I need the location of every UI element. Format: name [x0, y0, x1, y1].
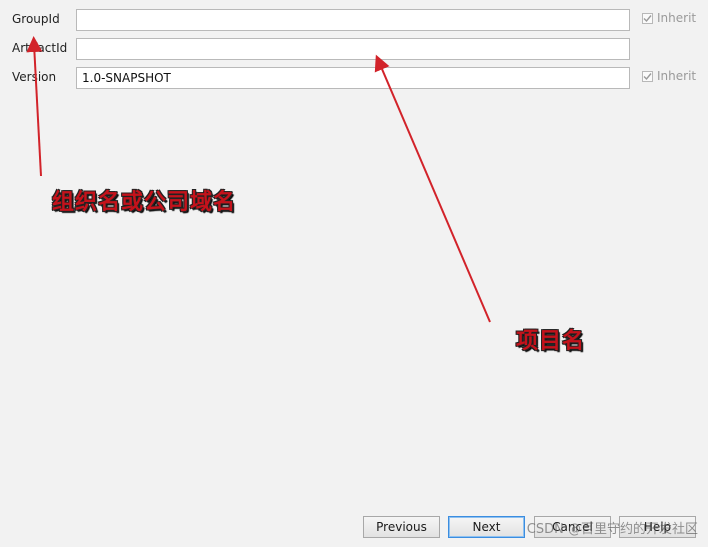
version-input[interactable] — [76, 67, 630, 89]
artifact-id-input[interactable] — [76, 38, 630, 60]
previous-button[interactable]: Previous — [363, 516, 440, 538]
artifact-id-label: ArtifactId — [12, 41, 68, 55]
watermark: CSDN @百里守约的开发社区 — [526, 522, 698, 537]
version-label: Version — [12, 70, 57, 84]
arrow-to-artifact-id — [374, 54, 491, 323]
checkbox-checked-icon — [642, 12, 653, 24]
version-inherit-label: Inherit — [657, 69, 697, 83]
group-id-label: GroupId — [12, 12, 60, 26]
arrow-to-group-id — [26, 36, 43, 177]
version-inherit-checkbox[interactable]: Inherit — [642, 69, 696, 83]
group-id-inherit-checkbox[interactable]: Inherit — [642, 11, 696, 25]
next-button[interactable]: Next — [448, 516, 525, 538]
annotation-project-name: 项目名 — [516, 329, 586, 354]
checkbox-checked-icon — [642, 70, 653, 82]
group-id-input[interactable] — [76, 9, 630, 31]
group-id-inherit-label: Inherit — [657, 11, 697, 25]
annotation-org-domain: 组织名或公司域名 — [52, 190, 237, 215]
